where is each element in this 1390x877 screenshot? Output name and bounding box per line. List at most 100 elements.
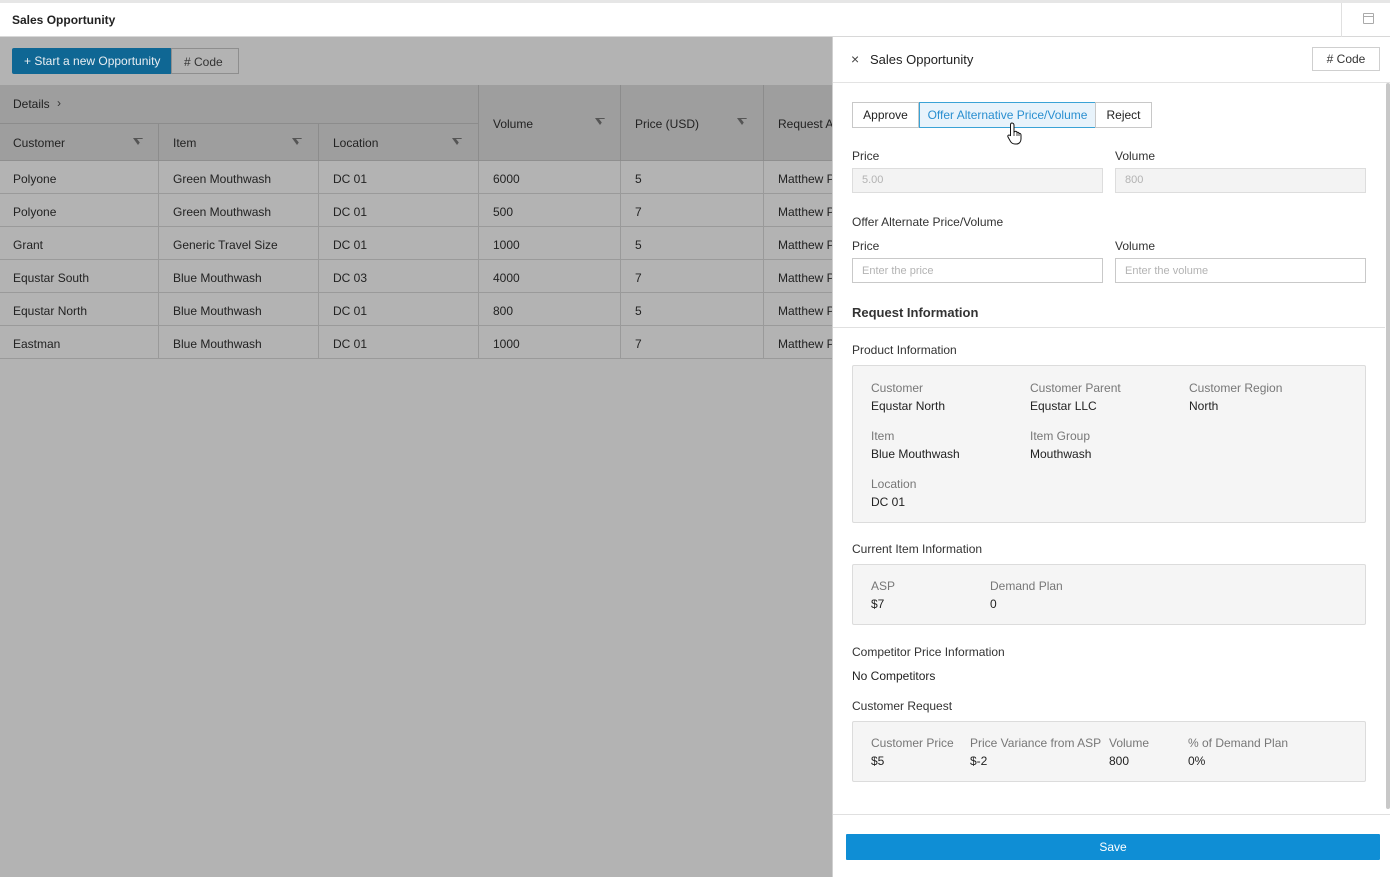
approve-button[interactable]: Approve — [852, 102, 919, 128]
panel-code-label: Code — [1336, 52, 1366, 66]
demand-plan-pct-value: 0% — [1188, 754, 1206, 768]
column-header-price[interactable]: Price (USD) — [635, 117, 699, 131]
customer-region-value: North — [1189, 399, 1219, 413]
header-divider — [0, 123, 478, 124]
offer-volume-input[interactable] — [1115, 258, 1366, 283]
sales-opportunity-panel: × Sales Opportunity # Code Approve Offer… — [832, 37, 1390, 877]
demand-plan-pct-key: % of Demand Plan — [1188, 736, 1289, 750]
cell-request-author: Matthew P — [778, 238, 832, 252]
cell-customer: Eastman — [13, 337, 61, 351]
competitor-price-information-title: Competitor Price Information — [852, 645, 1005, 659]
opportunity-list-area: + Start a new Opportunity # Code Details… — [0, 37, 840, 877]
price-variance-value: $-2 — [970, 754, 988, 768]
column-divider — [158, 161, 159, 359]
column-header-request-author[interactable]: Request Au — [778, 117, 840, 131]
cell-customer: Grant — [13, 238, 44, 252]
column-header-location[interactable]: Location — [333, 136, 378, 150]
table-row[interactable]: Eastman Blue Mouthwash DC 01 1000 7 Matt… — [0, 326, 832, 359]
calendar-icon[interactable] — [1363, 13, 1374, 24]
cell-location: DC 01 — [333, 205, 368, 219]
header-divider — [478, 85, 479, 161]
cell-request-author: Matthew P — [778, 304, 832, 318]
filter-icon[interactable] — [595, 118, 607, 125]
cell-volume: 4000 — [493, 271, 520, 285]
current-item-information-title: Current Item Information — [852, 542, 983, 556]
save-button[interactable]: Save — [846, 834, 1380, 860]
cell-location: DC 01 — [333, 304, 368, 318]
hand-cursor-icon — [1007, 122, 1022, 145]
panel-code-button[interactable]: # Code — [1312, 47, 1380, 71]
table-row[interactable]: Polyone Green Mouthwash DC 01 6000 5 Mat… — [0, 161, 832, 194]
header-divider — [318, 123, 319, 161]
grid-header: Details › Customer Item Location Volume … — [0, 85, 840, 161]
reject-button[interactable]: Reject — [1095, 102, 1152, 128]
footer-divider — [833, 814, 1390, 815]
table-row[interactable]: Grant Generic Travel Size DC 01 1000 5 M… — [0, 227, 832, 260]
cell-request-author: Matthew P — [778, 271, 832, 285]
customer-parent-key: Customer Parent — [1030, 381, 1121, 395]
column-divider — [318, 161, 319, 359]
item-key: Item — [871, 429, 895, 443]
chevron-right-icon[interactable]: › — [57, 96, 61, 110]
topbar-divider — [1341, 3, 1342, 37]
cell-volume: 500 — [493, 205, 514, 219]
cell-price: 5 — [635, 172, 642, 186]
cell-price: 7 — [635, 205, 642, 219]
cell-request-author: Matthew P — [778, 172, 832, 186]
cell-item: Blue Mouthwash — [173, 337, 262, 351]
demand-plan-value: 0 — [990, 597, 997, 611]
cell-price: 7 — [635, 271, 642, 285]
column-header-volume[interactable]: Volume — [493, 117, 533, 131]
cell-volume: 6000 — [493, 172, 520, 186]
cell-item: Generic Travel Size — [173, 238, 278, 252]
page-title: Sales Opportunity — [12, 13, 116, 27]
cell-price: 5 — [635, 304, 642, 318]
cell-location: DC 01 — [333, 238, 368, 252]
cell-volume: 1000 — [493, 238, 520, 252]
filter-icon[interactable] — [452, 138, 464, 145]
column-header-customer[interactable]: Customer — [13, 136, 65, 150]
table-row[interactable]: Equstar North Blue Mouthwash DC 01 800 5… — [0, 293, 832, 326]
price-variance-key: Price Variance from ASP — [970, 736, 1102, 750]
table-row[interactable]: Polyone Green Mouthwash DC 01 500 7 Matt… — [0, 194, 832, 227]
hash-icon: # — [1326, 52, 1337, 66]
cell-request-author: Matthew P — [778, 337, 832, 351]
demand-plan-key: Demand Plan — [990, 579, 1063, 593]
offer-price-input[interactable] — [852, 258, 1103, 283]
customer-request-title: Customer Request — [852, 699, 953, 713]
header-divider — [620, 85, 621, 161]
panel-title: Sales Opportunity — [870, 52, 974, 67]
section-divider — [833, 327, 1385, 328]
cell-customer: Equstar North — [13, 304, 88, 318]
top-bar: Sales Opportunity — [0, 0, 1390, 37]
cell-location: DC 01 — [333, 337, 368, 351]
panel-header: × Sales Opportunity # Code — [833, 37, 1390, 83]
current-volume-field: 800 — [1115, 168, 1366, 193]
customer-key: Customer — [871, 381, 924, 395]
request-volume-key: Volume — [1109, 736, 1150, 750]
details-group-label[interactable]: Details — [13, 97, 50, 111]
header-divider — [763, 85, 764, 161]
item-value: Blue Mouthwash — [871, 447, 960, 461]
cell-volume: 800 — [493, 304, 514, 318]
cell-customer: Polyone — [13, 205, 57, 219]
filter-icon[interactable] — [737, 118, 749, 125]
panel-scrollbar[interactable] — [1386, 83, 1390, 809]
filter-icon[interactable] — [133, 138, 145, 145]
code-button[interactable]: # Code — [171, 48, 239, 74]
product-information-title: Product Information — [852, 343, 957, 357]
cell-price: 7 — [635, 337, 642, 351]
close-icon[interactable]: × — [851, 51, 859, 67]
table-row[interactable]: Equstar South Blue Mouthwash DC 03 4000 … — [0, 260, 832, 293]
filter-icon[interactable] — [292, 138, 304, 145]
column-header-item[interactable]: Item — [173, 136, 196, 150]
start-new-opportunity-button[interactable]: + Start a new Opportunity — [12, 48, 173, 74]
cell-item: Blue Mouthwash — [173, 304, 262, 318]
header-divider — [158, 123, 159, 161]
current-item-information-box: ASP $7 Demand Plan 0 — [852, 564, 1366, 625]
cell-price: 5 — [635, 238, 642, 252]
asp-key: ASP — [871, 579, 896, 593]
location-key: Location — [871, 477, 917, 491]
column-divider — [763, 161, 764, 359]
cell-item: Green Mouthwash — [173, 205, 272, 219]
